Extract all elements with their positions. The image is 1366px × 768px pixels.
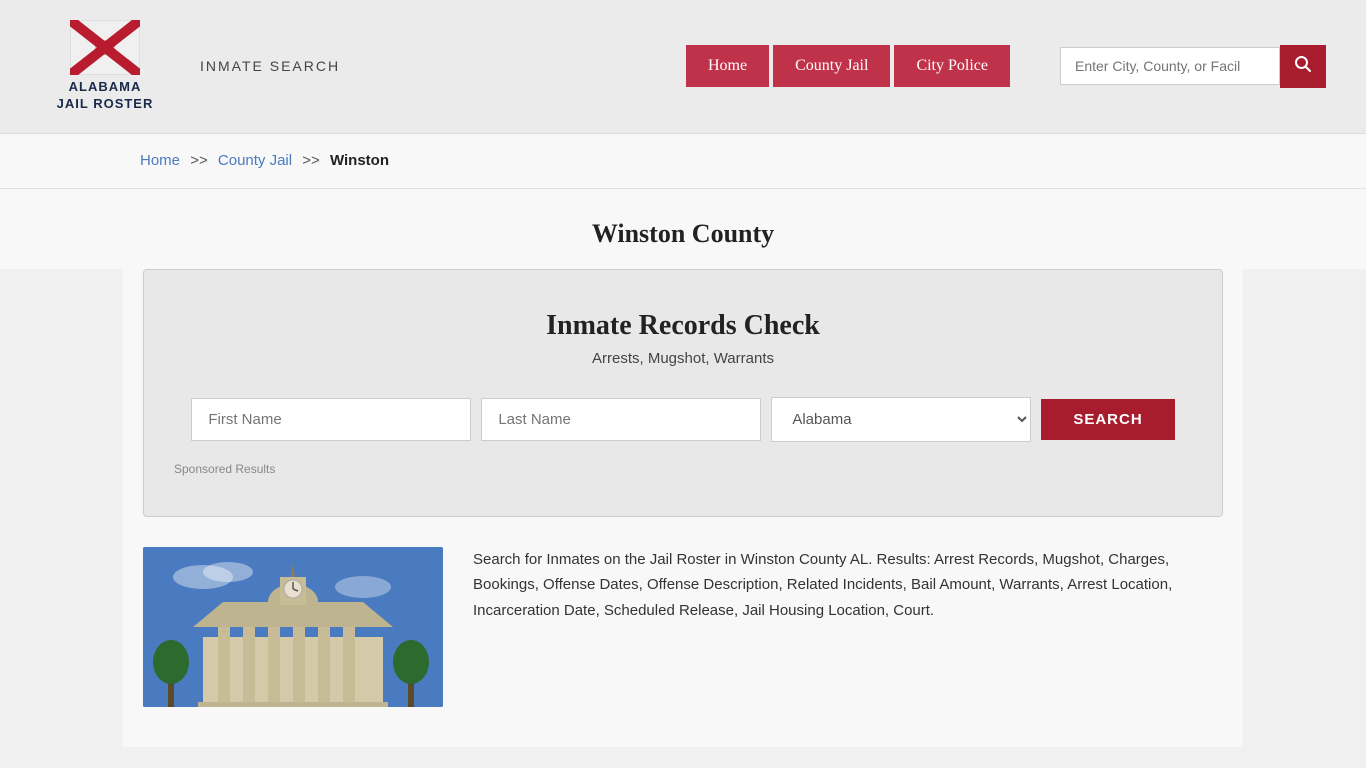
inmate-search-label: INMATE SEARCH	[200, 58, 340, 74]
county-description: Search for Inmates on the Jail Roster in…	[473, 547, 1223, 624]
breadcrumb-home-link[interactable]: Home	[140, 152, 180, 169]
alabama-flag-icon	[70, 20, 140, 75]
header-search-input[interactable]	[1060, 47, 1280, 85]
breadcrumb-current: Winston	[330, 152, 389, 169]
records-check-subtitle: Arrests, Mugshot, Warrants	[174, 350, 1192, 367]
search-icon	[1294, 55, 1312, 73]
records-search-button[interactable]: SEARCH	[1041, 399, 1174, 440]
sponsored-label: Sponsored Results	[174, 462, 1192, 476]
header-search-area	[1060, 45, 1326, 88]
first-name-input[interactable]	[191, 398, 471, 441]
records-check-box: Inmate Records Check Arrests, Mugshot, W…	[143, 269, 1223, 517]
breadcrumb-sep2: >>	[302, 152, 320, 169]
last-name-input[interactable]	[481, 398, 761, 441]
records-check-title: Inmate Records Check	[174, 310, 1192, 342]
nav-home-button[interactable]: Home	[686, 45, 769, 87]
site-header: ALABAMA JAIL ROSTER INMATE SEARCH Home C…	[0, 0, 1366, 134]
site-logo-text: ALABAMA JAIL ROSTER	[57, 79, 154, 113]
courthouse-svg	[143, 547, 443, 707]
state-select[interactable]: AlabamaAlaskaArizonaArkansasCaliforniaCo…	[771, 397, 1031, 442]
records-search-form: AlabamaAlaskaArizonaArkansasCaliforniaCo…	[174, 397, 1192, 442]
main-nav: Home County Jail City Police	[686, 45, 1010, 87]
page-title: Winston County	[0, 219, 1366, 249]
breadcrumb-bar: Home >> County Jail >> Winston	[0, 134, 1366, 189]
header-search-button[interactable]	[1280, 45, 1326, 88]
bottom-section: Search for Inmates on the Jail Roster in…	[143, 547, 1223, 707]
courthouse-image	[143, 547, 443, 707]
breadcrumb: Home >> County Jail >> Winston	[140, 152, 389, 169]
page-title-area: Winston County	[0, 189, 1366, 269]
breadcrumb-county-jail-link[interactable]: County Jail	[218, 152, 292, 169]
logo-line2: JAIL ROSTER	[57, 96, 154, 111]
nav-city-police-button[interactable]: City Police	[894, 45, 1010, 87]
logo-area: ALABAMA JAIL ROSTER	[40, 20, 170, 113]
logo-line1: ALABAMA	[69, 79, 142, 94]
breadcrumb-sep1: >>	[190, 152, 208, 169]
nav-county-jail-button[interactable]: County Jail	[773, 45, 890, 87]
main-content: Inmate Records Check Arrests, Mugshot, W…	[123, 269, 1243, 747]
